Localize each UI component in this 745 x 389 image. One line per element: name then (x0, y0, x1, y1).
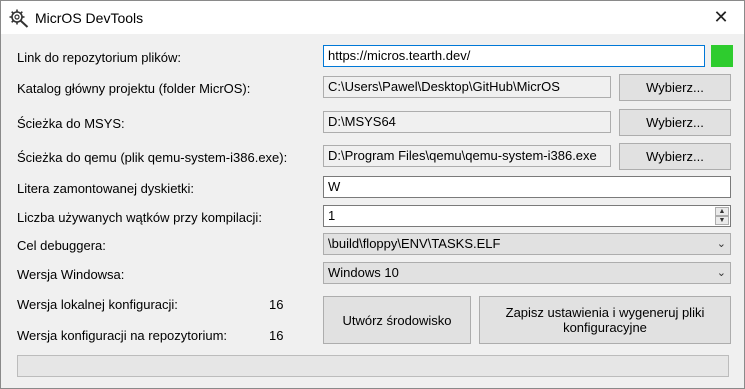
title-bar: MicrOS DevTools ✕ (1, 1, 744, 34)
close-button[interactable]: ✕ (698, 1, 744, 34)
threads-value: 1 (328, 208, 336, 223)
threads-stepper[interactable]: 1 ▲ ▼ (323, 205, 731, 227)
windows-version-value: Windows 10 (328, 265, 399, 280)
connection-status-indicator (711, 45, 733, 67)
repo-config-label: Wersja konfiguracji na repozytorium: (17, 328, 228, 343)
progress-bar (17, 355, 729, 377)
floppy-letter-label: Litera zamontowanej dyskietki: (17, 181, 195, 196)
project-dir-label: Katalog główny projektu (folder MicrOS): (17, 81, 251, 96)
repo-config-value: 16 (269, 328, 284, 343)
msys-path-label: Ścieżka do MSYS: (17, 116, 125, 131)
msys-path-browse-button[interactable]: Wybierz... (619, 109, 731, 136)
repo-link-input[interactable]: https://micros.tearth.dev/ (323, 45, 705, 67)
app-window: MicrOS DevTools ✕ Link do repozytorium p… (0, 0, 745, 389)
chevron-down-icon: ⌄ (716, 267, 726, 279)
chevron-down-icon: ⌄ (716, 238, 726, 250)
qemu-path-browse-button[interactable]: Wybierz... (619, 143, 731, 170)
project-dir-field[interactable]: C:\Users\Pawel\Desktop\GitHub\MicrOS (323, 76, 611, 98)
debug-target-select[interactable]: \build\floppy\ENV\TASKS.ELF ⌄ (323, 233, 731, 255)
create-environment-button[interactable]: Utwórz środowisko (323, 296, 471, 344)
debug-target-value: \build\floppy\ENV\TASKS.ELF (328, 236, 501, 251)
form-area: Link do repozytorium plików: https://mic… (1, 34, 744, 388)
gear-wrench-icon (9, 9, 29, 28)
qemu-path-field[interactable]: D:\Program Files\qemu\qemu-system-i386.e… (323, 145, 611, 167)
debug-target-label: Cel debuggera: (17, 238, 106, 253)
close-icon: ✕ (713, 7, 729, 27)
project-dir-browse-button[interactable]: Wybierz... (619, 74, 731, 101)
save-settings-button[interactable]: Zapisz ustawienia i wygeneruj pliki konf… (479, 296, 731, 344)
msys-path-field[interactable]: D:\MSYS64 (323, 111, 611, 133)
floppy-letter-input[interactable]: W (323, 176, 731, 198)
repo-link-label: Link do repozytorium plików: (17, 50, 182, 65)
qemu-path-label: Ścieżka do qemu (plik qemu-system-i386.e… (17, 150, 288, 165)
windows-version-select[interactable]: Windows 10 ⌄ (323, 262, 731, 284)
local-config-label: Wersja lokalnej konfiguracji: (17, 297, 178, 312)
window-title: MicrOS DevTools (35, 10, 144, 26)
spin-down-icon[interactable]: ▼ (715, 216, 729, 225)
threads-label: Liczba używanych wątków przy kompilacji: (17, 210, 262, 225)
spin-up-icon[interactable]: ▲ (715, 207, 729, 216)
local-config-value: 16 (269, 297, 284, 312)
windows-version-label: Wersja Windowsa: (17, 267, 125, 282)
